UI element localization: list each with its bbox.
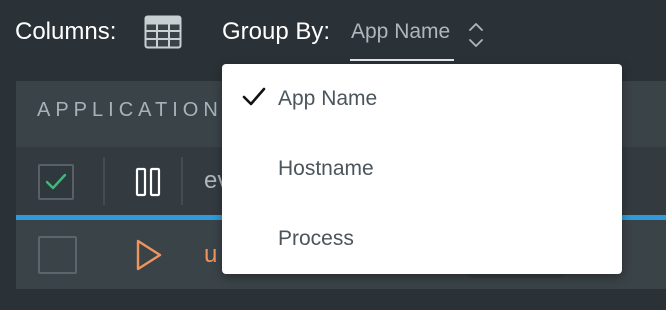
column-divider — [181, 157, 183, 205]
select-all-checkbox[interactable] — [38, 164, 74, 200]
menu-item-label: Process — [278, 227, 354, 250]
menu-item-label: App Name — [278, 87, 378, 110]
table-columns-icon[interactable] — [144, 15, 182, 49]
menu-item-process[interactable]: Process — [222, 204, 622, 274]
play-icon — [136, 239, 162, 271]
table-columns-icon-graphic — [144, 15, 182, 49]
group-by-menu: App Name Hostname Process — [222, 64, 622, 274]
menu-item-hostname[interactable]: Hostname — [222, 134, 622, 204]
checkmark-icon — [242, 87, 266, 106]
columns-label: Columns: — [15, 18, 117, 45]
group-by-underline — [350, 59, 454, 61]
group-by-select[interactable]: App Name — [350, 15, 492, 62]
play-button[interactable] — [133, 237, 165, 273]
row-checkbox[interactable] — [38, 236, 77, 274]
group-by-label: Group By: — [222, 18, 331, 45]
checkmark-icon — [45, 173, 67, 190]
row-name-text: u — [204, 241, 218, 268]
panel-title: APPLICATION — [37, 99, 223, 121]
menu-item-app-name[interactable]: App Name — [222, 64, 622, 134]
group-by-selected-value: App Name — [351, 20, 451, 43]
chevron-up-down-icon — [469, 23, 483, 47]
pause-icon — [135, 167, 161, 197]
menu-item-label: Hostname — [278, 157, 374, 180]
column-divider — [103, 157, 105, 205]
pause-button[interactable] — [132, 165, 164, 199]
